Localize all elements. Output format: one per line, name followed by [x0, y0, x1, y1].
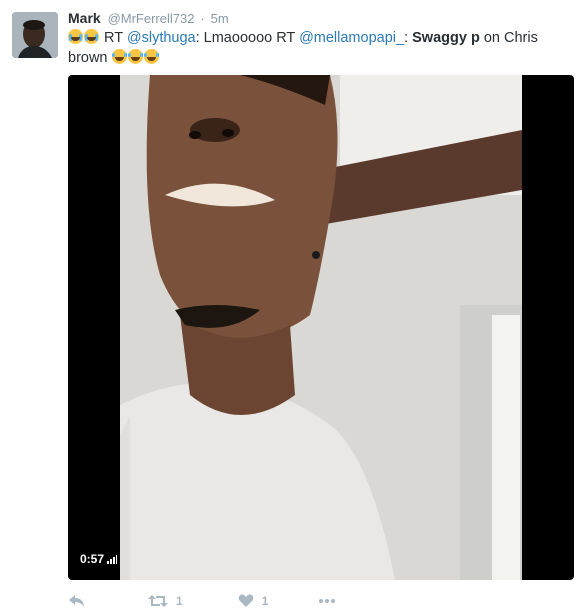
volume-bars-icon [107, 553, 118, 567]
author-name[interactable]: Mark [68, 10, 101, 26]
like-count: 1 [261, 594, 269, 608]
text-segment: : [404, 30, 409, 46]
retweet-button[interactable]: 1 [148, 594, 183, 608]
reply-icon [68, 594, 86, 608]
tears-of-joy-emoji-icon [143, 49, 159, 64]
mention-link[interactable]: @mellamopapi_ [299, 30, 404, 46]
avatar[interactable] [12, 12, 58, 58]
retweet-icon [148, 594, 168, 608]
text-segment: : Lmaooooo RT [195, 30, 296, 46]
like-button[interactable]: 1 [238, 594, 269, 608]
mention-link[interactable]: @slythuga [127, 30, 196, 46]
video-duration: 0:57 [80, 552, 118, 567]
tweet-actions: 1 1 [68, 591, 336, 611]
crying-face-emoji-icon [84, 29, 99, 44]
crying-face-emoji-icon [68, 29, 83, 44]
tears-of-joy-emoji-icon [127, 49, 143, 64]
heart-icon [238, 594, 254, 608]
separator-dot: · [200, 11, 205, 26]
video-frame [120, 75, 522, 580]
tears-of-joy-emoji-icon [111, 49, 127, 64]
more-button[interactable] [318, 598, 336, 604]
duration-label: 0:57 [80, 552, 105, 566]
retweet-count: 1 [176, 594, 183, 608]
timestamp[interactable]: 5m [211, 11, 229, 26]
video-player[interactable] [68, 75, 574, 580]
more-dots-icon [318, 598, 336, 604]
bold-text: Swaggy p [412, 30, 480, 46]
tweet-text: RT @slythuga: Lmaooooo RT @mellamopapi_:… [68, 28, 568, 68]
rt-prefix: RT [104, 30, 123, 46]
tweet-header: Mark @MrFerrell732 · 5m [68, 9, 229, 28]
reply-button[interactable] [68, 594, 90, 608]
author-handle[interactable]: @MrFerrell732 [108, 11, 195, 26]
